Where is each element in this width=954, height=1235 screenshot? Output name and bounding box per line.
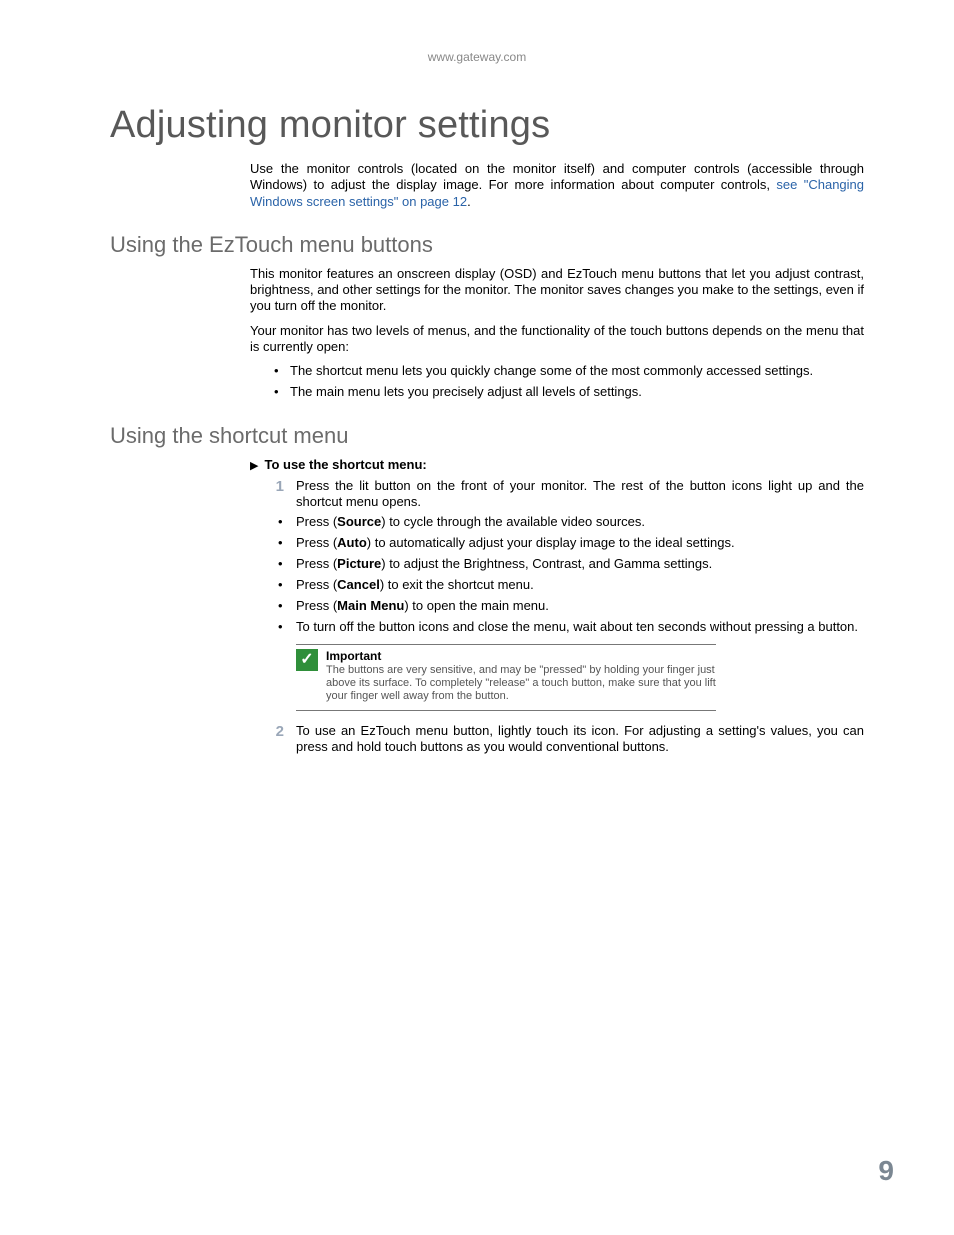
bullet-list: The shortcut menu lets you quickly chang… [270, 363, 864, 401]
note-body: The buttons are very sensitive, and may … [326, 664, 716, 702]
bold-label: Source [337, 514, 381, 529]
page-title: Adjusting monitor settings [110, 104, 894, 147]
bold-label: Picture [337, 556, 381, 571]
t: ) to adjust the Brightness, Contrast, an… [381, 556, 712, 571]
step-row: 2 To use an EzTouch menu button, lightly… [250, 723, 864, 756]
bold-label: Auto [337, 535, 367, 550]
t: Press ( [296, 514, 337, 529]
step-text: To use an EzTouch menu button, lightly t… [296, 723, 864, 756]
list-item: Press (Picture) to adjust the Brightness… [270, 556, 864, 573]
procedure-heading: ▶ To use the shortcut menu: [250, 457, 864, 472]
t: ) to exit the shortcut menu. [380, 577, 534, 592]
body-paragraph: This monitor features an onscreen displa… [250, 266, 864, 315]
body-paragraph: Your monitor has two levels of menus, an… [250, 323, 864, 356]
list-item: The shortcut menu lets you quickly chang… [270, 363, 864, 380]
bold-label: Main Menu [337, 598, 404, 613]
t: Press ( [296, 535, 337, 550]
step-number: 2 [250, 723, 296, 756]
t: ) to automatically adjust your display i… [367, 535, 735, 550]
note-title: Important [326, 649, 716, 663]
step-number: 1 [250, 478, 296, 511]
page-number: 9 [878, 1155, 894, 1187]
t: Press ( [296, 598, 337, 613]
section-heading-shortcut: Using the shortcut menu [110, 423, 894, 449]
intro-paragraph: Use the monitor controls (located on the… [250, 161, 864, 210]
intro-text: Use the monitor controls (located on the… [250, 161, 864, 192]
header-url: www.gateway.com [60, 50, 894, 64]
t: Press ( [296, 577, 337, 592]
sub-bullet-list: Press (Source) to cycle through the avai… [270, 514, 864, 635]
list-item: Press (Auto) to automatically adjust you… [270, 535, 864, 552]
list-item: Press (Source) to cycle through the avai… [270, 514, 864, 531]
note-content: Important The buttons are very sensitive… [326, 649, 716, 704]
important-note: ✓ Important The buttons are very sensiti… [296, 644, 716, 711]
list-item: To turn off the button icons and close t… [270, 619, 864, 636]
triangle-icon: ▶ [250, 459, 258, 472]
t: Press ( [296, 556, 337, 571]
bold-label: Cancel [337, 577, 380, 592]
list-item: The main menu lets you precisely adjust … [270, 384, 864, 401]
procedure-label: To use the shortcut menu: [264, 457, 426, 472]
list-item: Press (Main Menu) to open the main menu. [270, 598, 864, 615]
t: ) to cycle through the available video s… [381, 514, 645, 529]
step-row: 1 Press the lit button on the front of y… [250, 478, 864, 511]
step-text: Press the lit button on the front of you… [296, 478, 864, 511]
t: ) to open the main menu. [404, 598, 549, 613]
section-heading-eztouch: Using the EzTouch menu buttons [110, 232, 894, 258]
checkmark-icon: ✓ [296, 649, 318, 671]
intro-text-after: . [467, 194, 471, 209]
list-item: Press (Cancel) to exit the shortcut menu… [270, 577, 864, 594]
